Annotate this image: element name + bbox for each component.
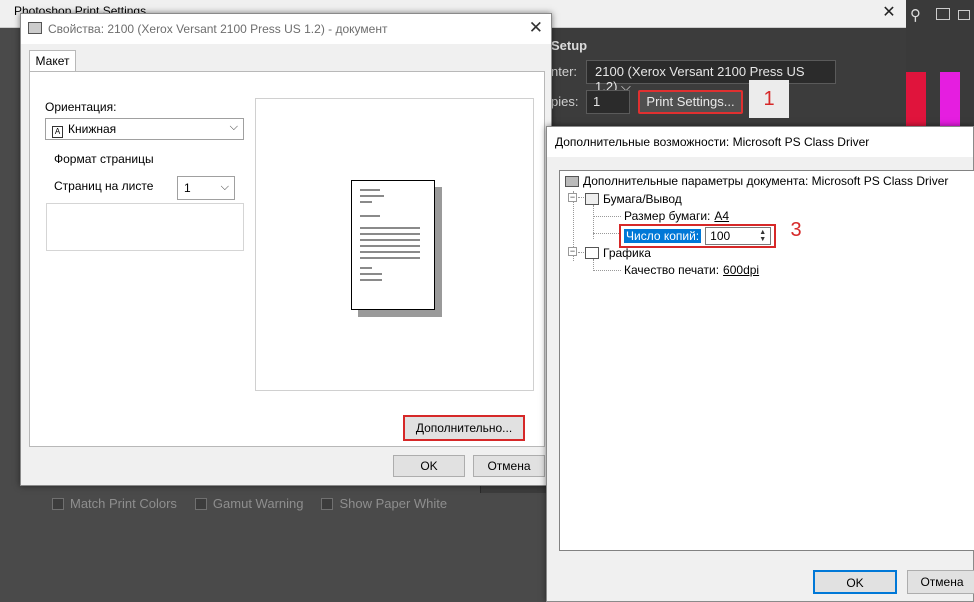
paper-size-value[interactable]: A4 xyxy=(714,209,729,223)
copies-count-stepper[interactable]: 100 ▲ ▼ xyxy=(705,227,772,245)
layout-tab-pane: Ориентация: A Книжная ⌵ Формат страницы С… xyxy=(29,71,545,447)
advanced-cancel-button[interactable]: Отмена xyxy=(907,570,974,594)
spin-arrows-icon[interactable]: ▲ ▼ xyxy=(756,229,769,243)
printer-icon xyxy=(565,175,579,187)
photoshop-close-icon[interactable]: ✕ xyxy=(878,3,900,23)
printer-icon xyxy=(28,22,42,34)
print-settings-button[interactable]: Print Settings... xyxy=(638,90,743,114)
paper-icon xyxy=(585,193,599,205)
tree-graphics[interactable]: Графика xyxy=(585,246,651,260)
pages-per-sheet-select[interactable]: 1 ⌵ xyxy=(177,176,235,200)
search-icon[interactable]: ⚲ xyxy=(910,6,921,24)
collapse-icon[interactable]: − xyxy=(568,247,577,256)
advanced-title-bar: Дополнительные возможности: Microsoft PS… xyxy=(547,127,973,157)
chevron-down-icon: ⌵ xyxy=(220,181,229,193)
advanced-options-dialog: Дополнительные возможности: Microsoft PS… xyxy=(546,126,974,602)
tree-paper-output[interactable]: Бумага/Вывод xyxy=(585,192,682,206)
callout-3: 3 xyxy=(790,219,802,241)
print-options-checkboxes: Match Print Colors Gamut Warning Show Pa… xyxy=(52,496,447,511)
advanced-button[interactable]: Дополнительно... xyxy=(403,415,525,441)
properties-title: Свойства: 2100 (Xerox Versant 2100 Press… xyxy=(48,22,388,36)
cancel-button[interactable]: Отмена xyxy=(473,455,545,477)
photoshop-bottom-area xyxy=(0,520,546,602)
gamut-warning-checkbox[interactable]: Gamut Warning xyxy=(194,496,303,511)
show-paper-white-checkbox[interactable]: Show Paper White xyxy=(321,496,447,511)
tree-paper-size[interactable]: Размер бумаги: A4 xyxy=(624,209,729,223)
properties-title-bar: Свойства: 2100 (Xerox Versant 2100 Press… xyxy=(21,14,551,44)
printer-label: nter: xyxy=(551,64,578,79)
copies-label: pies: xyxy=(551,94,579,109)
orientation-select[interactable]: A Книжная ⌵ xyxy=(45,118,244,140)
chevron-down-icon: ⌵ xyxy=(229,121,238,133)
printer-select[interactable]: 2100 (Xerox Versant 2100 Press US 1.2) ⌵ xyxy=(586,60,836,94)
match-print-colors-checkbox[interactable]: Match Print Colors xyxy=(52,496,177,511)
orientation-label: Ориентация: xyxy=(45,100,117,114)
pages-per-sheet-label: Страниц на листе xyxy=(54,179,154,193)
callout-1: 1 xyxy=(749,80,789,118)
page-preview xyxy=(351,180,435,310)
color-swatch-magenta xyxy=(940,72,960,126)
copies-count-label: Число копий: xyxy=(624,229,702,243)
color-swatch-red xyxy=(906,72,926,126)
restore-icon[interactable] xyxy=(958,10,970,20)
advanced-options-tree: − − Дополнительные параметры документа: … xyxy=(559,170,974,551)
printer-properties-dialog: Свойства: 2100 (Xerox Versant 2100 Press… xyxy=(20,13,552,486)
ok-button[interactable]: OK xyxy=(393,455,465,477)
copies-input[interactable]: 1 xyxy=(586,90,630,114)
advanced-title: Дополнительные возможности: Microsoft PS… xyxy=(555,135,870,149)
setup-heading: Setup xyxy=(551,38,588,53)
close-icon[interactable]: ✕ xyxy=(529,18,543,38)
page-format-group xyxy=(46,203,244,251)
tab-layout[interactable]: Макет xyxy=(29,50,76,72)
collapse-icon[interactable]: − xyxy=(568,193,577,202)
tree-root[interactable]: Дополнительные параметры документа: Micr… xyxy=(565,174,948,188)
tree-print-quality[interactable]: Качество печати: 600dpi xyxy=(624,263,759,277)
print-quality-value[interactable]: 600dpi xyxy=(723,263,759,277)
portrait-icon: A xyxy=(52,126,63,138)
advanced-ok-button[interactable]: OK xyxy=(813,570,897,594)
photoshop-right-strip: ⚲ xyxy=(906,0,974,128)
graphics-icon xyxy=(585,247,599,259)
tree-copies[interactable]: Число копий: 100 ▲ ▼ xyxy=(619,224,777,248)
page-format-label: Формат страницы xyxy=(52,152,156,166)
window-layout-icon[interactable] xyxy=(936,8,950,20)
